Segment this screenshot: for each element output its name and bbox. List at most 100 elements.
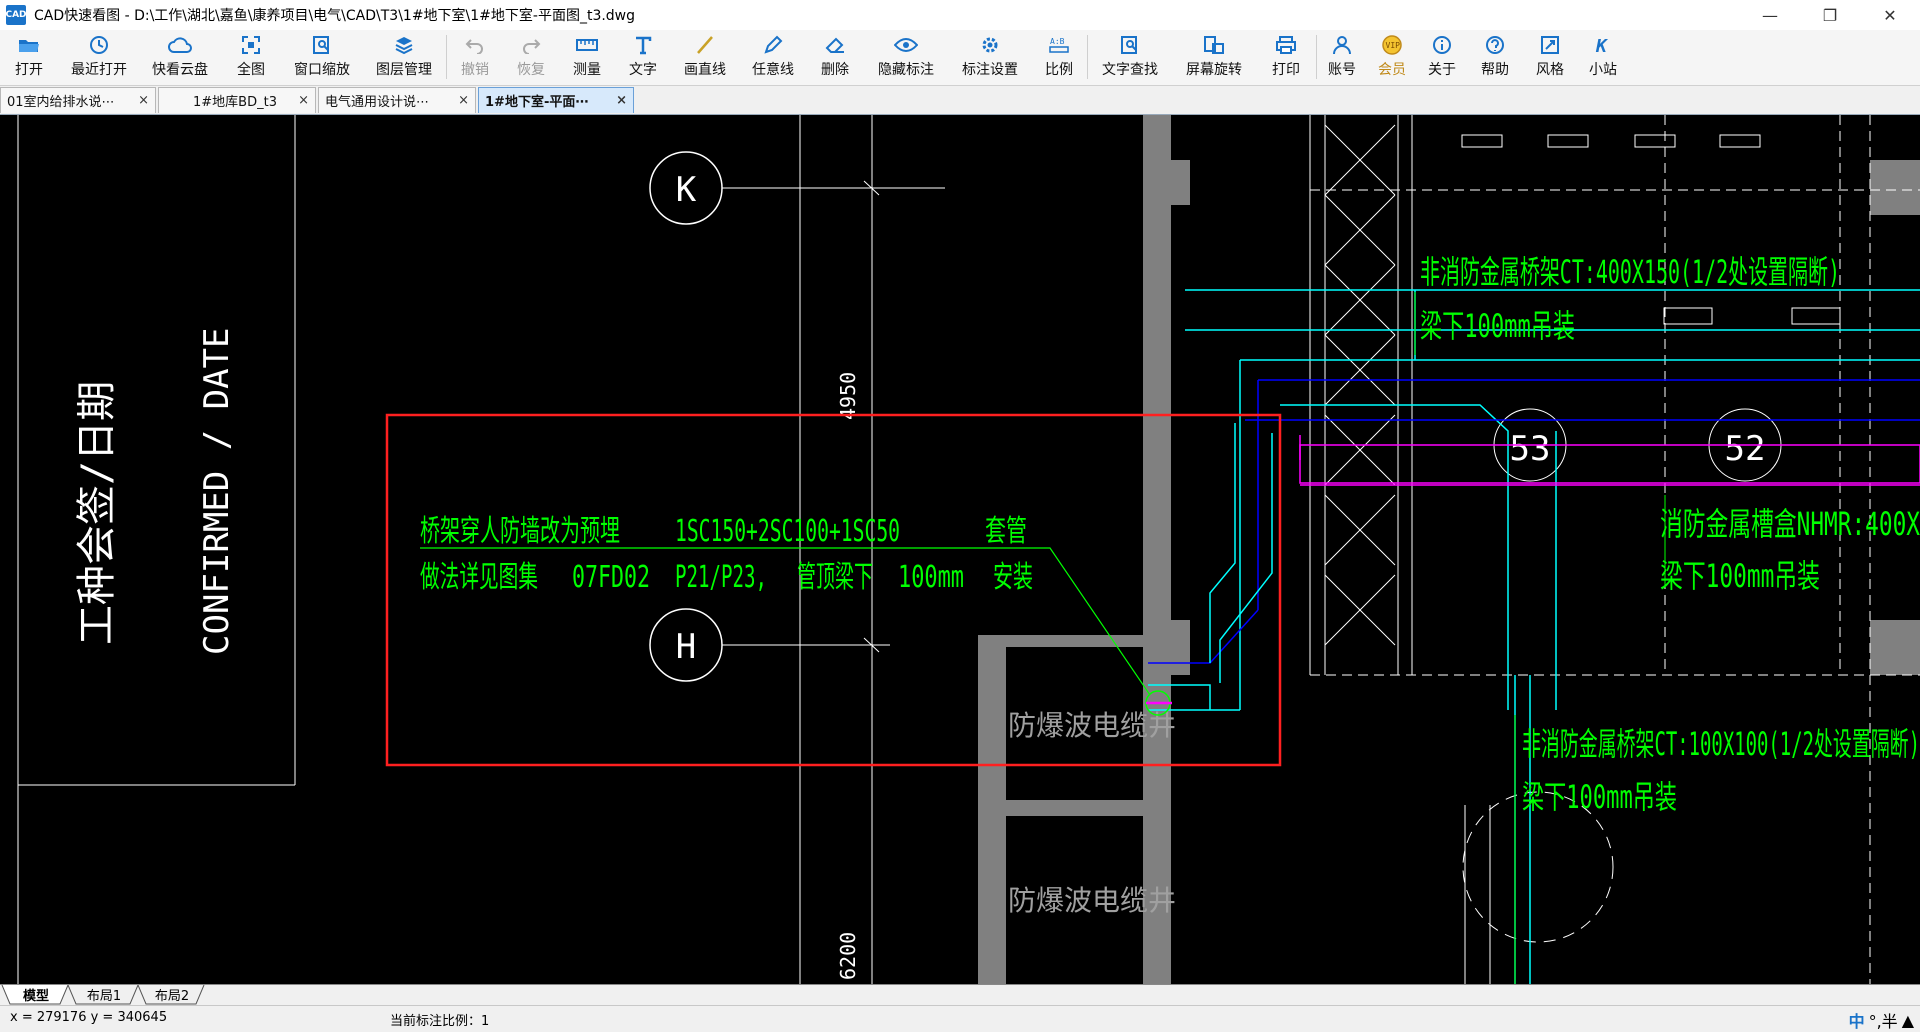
penetration-note: 桥架穿人防墙改为预埋 1SC150+2SC100+1SC50 套管 做法详见图集… <box>420 514 1033 595</box>
close-tab-icon[interactable]: × <box>616 93 627 108</box>
shaft-label-1: 防爆波电缆井 <box>1008 709 1176 742</box>
station-icon: K <box>1593 34 1613 56</box>
cloud-icon <box>168 34 192 56</box>
layout-tabs: 模型 布局1 布局2 <box>0 984 1920 1005</box>
grid-label-52: 52 <box>1725 429 1766 469</box>
help-button[interactable]: 帮助 <box>1467 30 1523 81</box>
annotation-scale-readout: 当前标注比例：1 <box>390 1014 490 1029</box>
scale-button[interactable]: A:B 比例 <box>1031 30 1087 81</box>
undo-icon <box>465 34 485 56</box>
close-window-button[interactable]: ✕ <box>1860 0 1920 30</box>
recent-open-button[interactable]: 最近打开 <box>58 30 140 81</box>
layer-manager-button[interactable]: 图层管理 <box>362 30 446 81</box>
svg-text:K: K <box>1595 36 1609 55</box>
grid-lines <box>722 115 945 984</box>
redo-button[interactable]: 恢复 <box>503 30 559 81</box>
note-line2-install: 安装 <box>993 560 1033 595</box>
text-icon <box>633 34 653 56</box>
tab-basement-plan[interactable]: 1#地下室-平面⋯ × <box>478 87 634 113</box>
ime-mode: °,半 <box>1868 1012 1898 1031</box>
freehand-line-button[interactable]: 任意线 <box>739 30 807 81</box>
hatch-pattern <box>1309 115 1920 984</box>
note-line1-spec: 1SC150+2SC100+1SC50 <box>675 514 900 549</box>
tab-drainage-notes[interactable]: 01室内给排水说⋯ × <box>0 87 156 113</box>
tray2-label-line1: 消防金属槽盒NHMR:400X <box>1660 505 1920 543</box>
cable-trays <box>1148 289 1920 984</box>
printer-icon <box>1275 34 1297 56</box>
redo-icon <box>521 34 541 56</box>
note-line2-text: 做法详见图集 <box>420 560 538 595</box>
tray3-label-line1: 非消防金属桥架CT:100X100(1/2处设置隔断) <box>1522 725 1920 763</box>
layers-icon <box>394 34 414 56</box>
close-tab-icon[interactable]: × <box>298 93 309 108</box>
vip-button[interactable]: VIP 会员 <box>1367 30 1417 81</box>
zoom-window-button[interactable]: 窗口缩放 <box>282 30 362 81</box>
layout-tab-2[interactable]: 布局2 <box>144 985 200 1004</box>
vip-icon: VIP <box>1381 34 1403 56</box>
note-line2-atlas: 07FD02 <box>572 560 650 595</box>
open-button[interactable]: 打开 <box>0 30 58 81</box>
note-line1-text: 桥架穿人防墙改为预埋 <box>420 514 620 549</box>
title-block <box>17 115 296 984</box>
window-title: CAD快速看图 - D:\工作\湖北\嘉鱼\康养项目\电气\CAD\T3\1#地… <box>34 8 636 24</box>
ruler-icon <box>576 34 598 56</box>
tab-garage-bd[interactable]: 1#地库BD_t3 × <box>158 87 316 113</box>
note-line1-sleeve: 套管 <box>985 514 1027 549</box>
style-icon <box>1540 34 1560 56</box>
note-line2-pages: P21/P23, <box>675 560 767 595</box>
ime-language: 中 <box>1848 1012 1865 1031</box>
close-tab-icon[interactable]: × <box>458 93 469 108</box>
svg-text:VIP: VIP <box>1386 41 1401 50</box>
info-icon <box>1432 34 1452 56</box>
document-tabs: 01室内给排水说⋯ × 1#地库BD_t3 × 电气通用设计说⋯ × 1#地下室… <box>0 86 1920 115</box>
style-button[interactable]: 风格 <box>1523 30 1577 81</box>
zoom-window-icon <box>312 34 332 56</box>
folder-open-icon <box>18 34 40 56</box>
grid-label-k: K <box>676 170 697 210</box>
svg-text:A:B: A:B <box>1050 37 1065 46</box>
print-button[interactable]: 打印 <box>1256 30 1316 81</box>
dimension-6200: 6200 <box>836 932 860 980</box>
layout-tab-model[interactable]: 模型 <box>10 985 62 1004</box>
line-icon <box>695 34 715 56</box>
station-button[interactable]: K 小站 <box>1577 30 1629 81</box>
tray1-label-line1: 非消防金属桥架CT:400X150(1/2处设置隔断) <box>1420 253 1840 291</box>
minimize-button[interactable]: — <box>1740 0 1800 30</box>
account-button[interactable]: 账号 <box>1317 30 1367 81</box>
undo-button[interactable]: 撤销 <box>447 30 503 81</box>
note-line2-beam: 管顶梁下 <box>797 560 873 595</box>
measure-button[interactable]: 测量 <box>559 30 615 81</box>
tray3-label-line2: 梁下100mm吊装 <box>1522 778 1677 816</box>
eye-icon <box>894 34 918 56</box>
annotation-settings-button[interactable]: 标注设置 <box>949 30 1031 81</box>
hide-annotations-button[interactable]: 隐藏标注 <box>863 30 949 81</box>
status-bar: x = 279176 y = 340645 当前标注比例：1 中 °,半 ▲ <box>0 1005 1920 1031</box>
wall-structure <box>978 115 1920 984</box>
close-tab-icon[interactable]: × <box>138 93 149 108</box>
grid-label-h: H <box>676 627 696 667</box>
settings-icon <box>980 34 1000 56</box>
about-button[interactable]: 关于 <box>1417 30 1467 81</box>
title-bar: CAD CAD快速看图 - D:\工作\湖北\嘉鱼\康养项目\电气\CAD\T3… <box>0 0 1920 30</box>
window-controls: — ❐ ✕ <box>1740 0 1920 30</box>
tray2-label-line2: 梁下100mm吊装 <box>1660 557 1820 595</box>
text-search-icon <box>1120 34 1140 56</box>
ime-shirt-icon: ▲ <box>1901 1010 1914 1030</box>
ime-indicator[interactable]: 中 °,半 ▲ <box>1849 1008 1914 1032</box>
screen-rotate-button[interactable]: 屏幕旋转 <box>1172 30 1256 81</box>
delete-button[interactable]: 删除 <box>807 30 863 81</box>
title-block-en-label: CONFIRMED / DATE <box>197 327 237 655</box>
tab-electrical-notes[interactable]: 电气通用设计说⋯ × <box>318 87 476 113</box>
layout-tab-1[interactable]: 布局1 <box>76 985 132 1004</box>
fit-all-button[interactable]: 全图 <box>220 30 282 81</box>
drawing-svg[interactable]: 工种会签/日期 CONFIRMED / DATE K H 4950 6200 防… <box>0 115 1920 984</box>
text-button[interactable]: 文字 <box>615 30 671 81</box>
grid-label-53: 53 <box>1510 429 1551 469</box>
cad-canvas[interactable]: 工种会签/日期 CONFIRMED / DATE K H 4950 6200 防… <box>0 115 1920 984</box>
cloud-drive-button[interactable]: 快看云盘 <box>140 30 220 81</box>
text-search-button[interactable]: 文字查找 <box>1088 30 1172 81</box>
maximize-button[interactable]: ❐ <box>1800 0 1860 30</box>
scale-icon: A:B <box>1048 34 1070 56</box>
rotate-icon <box>1203 34 1225 56</box>
draw-line-button[interactable]: 画直线 <box>671 30 739 81</box>
